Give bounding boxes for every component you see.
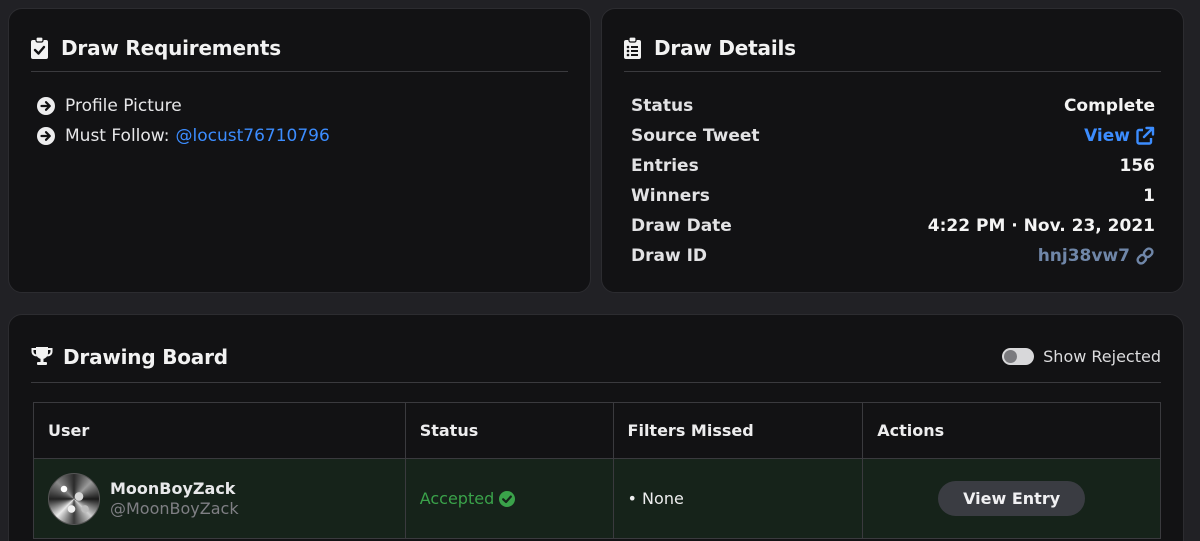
draw-details-card: Draw Details Status Complete Source Twee… — [601, 8, 1184, 293]
detail-label: Source Tweet — [631, 126, 760, 146]
table-header-row: User Status Filters Missed Actions — [33, 402, 1161, 459]
detail-row-draw-id: Draw ID hnj38vw7 — [631, 241, 1155, 271]
requirement-item: Must Follow: @locust76710796 — [37, 121, 330, 151]
column-header-status: Status — [404, 402, 614, 459]
link-icon — [1136, 247, 1154, 265]
requirement-label: Must Follow: — [65, 126, 170, 146]
detail-row-status: Status Complete — [631, 91, 1155, 121]
user-name: MoonBoyZack — [110, 478, 236, 498]
user-cell: MoonBoyZack @MoonBoyZack — [33, 458, 406, 539]
status-badge: Accepted — [420, 489, 516, 508]
detail-label: Entries — [631, 156, 699, 176]
actions-cell: View Entry — [862, 458, 1161, 539]
show-rejected-control: Show Rejected — [1002, 347, 1161, 366]
column-header-actions: Actions — [862, 402, 1161, 459]
detail-row-source-tweet: Source Tweet View — [631, 121, 1155, 151]
arrow-circle-right-icon — [37, 127, 55, 145]
detail-value-status: Complete — [1063, 96, 1155, 116]
status-cell: Accepted — [404, 458, 614, 539]
draw-details-list: Status Complete Source Tweet View Entrie… — [631, 91, 1155, 271]
avatar — [48, 472, 100, 525]
draw-requirements-title: Draw Requirements — [61, 36, 281, 60]
draw-id-link[interactable]: hnj38vw7 — [1038, 246, 1155, 266]
clipboard-check-icon — [31, 37, 51, 59]
drawing-board-title: Drawing Board — [63, 344, 228, 369]
draw-requirements-card: Draw Requirements Profile Picture Must F… — [8, 8, 591, 293]
requirement-item: Profile Picture — [37, 91, 330, 121]
show-rejected-toggle[interactable] — [1002, 348, 1035, 365]
source-tweet-link[interactable]: View — [1084, 126, 1155, 146]
drawing-board-card: Drawing Board Show Rejected User Status … — [8, 314, 1184, 541]
draw-details-title: Draw Details — [654, 36, 796, 60]
detail-row-draw-date: Draw Date 4:22 PM · Nov. 23, 2021 — [631, 211, 1155, 241]
requirement-label: Profile Picture — [65, 96, 182, 116]
source-tweet-link-label: View — [1084, 126, 1130, 146]
detail-value-entries: 156 — [1119, 156, 1156, 176]
draw-details-header: Draw Details — [624, 25, 1161, 72]
check-circle-icon — [499, 490, 516, 507]
table-row: MoonBoyZack @MoonBoyZack Accepted • None… — [33, 458, 1161, 539]
detail-row-entries: Entries 156 — [631, 151, 1155, 181]
column-header-filters-missed: Filters Missed — [612, 402, 864, 459]
requirements-list: Profile Picture Must Follow: @locust7671… — [37, 91, 330, 151]
external-link-icon — [1136, 126, 1155, 145]
detail-value-draw-date: 4:22 PM · Nov. 23, 2021 — [927, 216, 1155, 236]
column-header-user: User — [33, 402, 406, 459]
filters-missed-cell: • None — [612, 458, 864, 539]
status-text: Accepted — [419, 489, 495, 508]
detail-value-winners: 1 — [1143, 186, 1155, 206]
user-handle: @MoonBoyZack — [110, 498, 239, 518]
draw-requirements-header: Draw Requirements — [31, 25, 568, 72]
detail-label: Draw ID — [631, 246, 708, 266]
arrow-circle-right-icon — [37, 97, 55, 115]
clipboard-list-icon — [624, 37, 644, 59]
show-rejected-label: Show Rejected — [1043, 347, 1161, 366]
trophy-icon — [31, 346, 53, 368]
view-entry-button[interactable]: View Entry — [938, 481, 1086, 516]
draw-id-value: hnj38vw7 — [1037, 246, 1130, 266]
detail-row-winners: Winners 1 — [631, 181, 1155, 211]
follow-account-link[interactable]: @locust76710796 — [176, 126, 330, 146]
entries-table: User Status Filters Missed Actions MoonB… — [33, 402, 1161, 539]
detail-label: Status — [631, 96, 694, 116]
drawing-board-header: Drawing Board Show Rejected — [31, 331, 1161, 383]
detail-label: Draw Date — [631, 216, 732, 236]
detail-label: Winners — [631, 186, 710, 206]
